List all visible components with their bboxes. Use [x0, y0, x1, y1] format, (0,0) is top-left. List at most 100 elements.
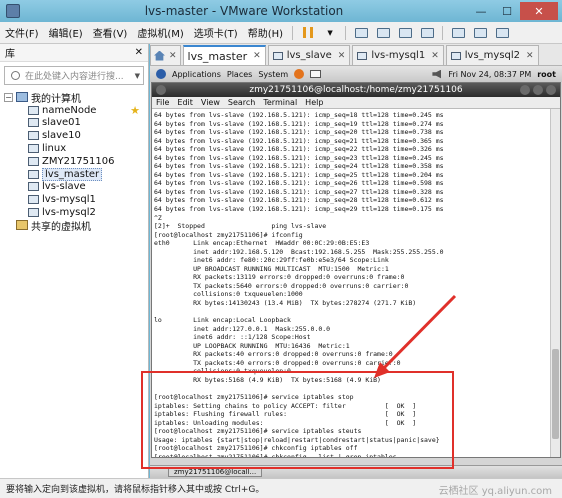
vmware-app-icon	[6, 4, 20, 18]
tree-vm-namenode[interactable]: nameNode ★	[0, 104, 148, 117]
gnome-menu-system[interactable]: System	[258, 70, 288, 79]
terminal-close-icon[interactable]	[546, 85, 556, 95]
terminal-line: 64 bytes from lvs-slave (192.168.5.121):…	[154, 196, 444, 205]
tab-lvs-master[interactable]: lvs_master ✕	[182, 45, 266, 65]
menu-tabs[interactable]: 选项卡(T)	[189, 25, 243, 40]
terminal-line: inet6 addr: fe80::20c:29ff:fe0b:e5e3/64 …	[154, 256, 389, 265]
tree-vm-label: lvs-mysql1	[42, 194, 96, 206]
terminal-line: TX packets:40 errors:0 dropped:0 overrun…	[154, 358, 401, 367]
pause-dropdown[interactable]: ▼	[321, 25, 339, 41]
gnome-user[interactable]: root	[537, 70, 556, 79]
snapshot-icon	[376, 27, 390, 38]
tab-lvs-mysql1[interactable]: lvs-mysql1 ✕	[352, 45, 444, 65]
tree-shared-vms[interactable]: 共享的虚拟机	[0, 219, 148, 233]
volume-icon[interactable]	[432, 69, 442, 79]
tree-vm-label: lvs-slave	[42, 181, 86, 193]
tab-lvs-mysql2[interactable]: lvs_mysql2 ✕	[445, 45, 539, 65]
terminal-scrollbar-thumb[interactable]	[552, 349, 559, 439]
tab-close-icon[interactable]: ✕	[526, 51, 534, 61]
terminal-menu-view[interactable]: View	[197, 98, 224, 107]
firefox-icon[interactable]	[294, 69, 305, 79]
search-icon	[11, 71, 20, 80]
tab-close-icon[interactable]: ✕	[338, 51, 346, 61]
library-panel: 库 ✕ 在此处键入内容进行搜... ▼ − 我的计算机 nameNode ★ s…	[0, 44, 149, 478]
tab-close-icon[interactable]: ✕	[253, 51, 261, 61]
collapse-icon[interactable]: −	[4, 92, 13, 102]
tab-close-icon[interactable]: ✕	[169, 51, 177, 61]
star-icon[interactable]: ★	[130, 104, 140, 117]
tree-vm-lvs-slave[interactable]: lvs-slave	[0, 181, 148, 194]
tree-vm-lvs-master[interactable]: lvs_master	[0, 167, 148, 181]
tab-home[interactable]: ✕	[150, 45, 181, 65]
toolbar-separator	[442, 25, 444, 40]
terminal-line: 64 bytes from lvs-slave (192.168.5.121):…	[154, 205, 444, 214]
terminal-title: zmy21751106@localhost:/home/zmy21751106	[249, 85, 463, 95]
gnome-menu-applications[interactable]: Applications	[172, 70, 221, 79]
tree-vm-slave10[interactable]: slave10	[0, 129, 148, 142]
terminal-line: 64 bytes from lvs-slave (192.168.5.121):…	[154, 153, 444, 162]
gnome-top-panel: Applications Places System Fri Nov 24, 0…	[150, 66, 562, 82]
terminal-scrollbar[interactable]	[550, 109, 560, 457]
send-ctrl-alt-del-button[interactable]	[352, 25, 370, 41]
tab-close-icon[interactable]: ✕	[431, 51, 439, 61]
vm-icon	[28, 131, 39, 141]
mail-icon[interactable]	[310, 70, 322, 78]
manage-snapshots-button[interactable]	[418, 25, 436, 41]
terminal-menu-terminal[interactable]: Terminal	[259, 98, 301, 107]
terminal-line: 64 bytes from lvs-slave (192.168.5.121):…	[154, 119, 444, 128]
menu-file[interactable]: 文件(F)	[0, 25, 44, 40]
terminal-menu-help[interactable]: Help	[301, 98, 327, 107]
terminal-menu-search[interactable]: Search	[224, 98, 259, 107]
vm-icon	[28, 156, 39, 166]
terminal-line: 64 bytes from lvs-slave (192.168.5.121):…	[154, 187, 444, 196]
terminal-maximize-icon[interactable]	[533, 85, 543, 95]
pause-button[interactable]	[299, 25, 317, 41]
tree-vm-lvs-mysql1[interactable]: lvs-mysql1	[0, 193, 148, 206]
menu-help[interactable]: 帮助(H)	[243, 25, 288, 40]
console-view-button[interactable]	[493, 25, 511, 41]
terminal-line: inet addr:192.168.5.120 Bcast:192.168.5.…	[154, 247, 444, 256]
terminal-line: UP BROADCAST RUNNING MULTICAST MTU:1500 …	[154, 264, 389, 273]
terminal-minimize-icon[interactable]	[520, 85, 530, 95]
library-title: 库	[5, 49, 15, 60]
tab-lvs-slave[interactable]: lvs_slave ✕	[267, 45, 351, 65]
tree-vm-zmy21751106[interactable]: ZMY21751106	[0, 155, 148, 168]
terminal-titlebar: zmy21751106@localhost:/home/zmy21751106	[152, 83, 560, 97]
tree-shared-label: 共享的虚拟机	[31, 221, 91, 233]
search-dropdown-icon[interactable]: ▼	[135, 72, 140, 80]
snapshot-button[interactable]	[374, 25, 392, 41]
revert-icon	[398, 27, 412, 38]
tree-vm-linux[interactable]: linux	[0, 142, 148, 155]
fullscreen-button[interactable]	[449, 25, 467, 41]
terminal-menu-icon[interactable]	[156, 85, 166, 95]
shared-vms-icon	[16, 220, 28, 231]
window-title: lvs-master - VMware Workstation	[144, 4, 344, 18]
terminal-line: RX packets:40 errors:0 dropped:0 overrun…	[154, 350, 393, 359]
terminal-menu-edit[interactable]: Edit	[173, 98, 197, 107]
revert-snapshot-button[interactable]	[396, 25, 414, 41]
vm-running-icon	[28, 195, 39, 205]
library-tree: − 我的计算机 nameNode ★ slave01 slave10 linux…	[0, 89, 148, 233]
terminal-line: 64 bytes from lvs-slave (192.168.5.121):…	[154, 179, 444, 188]
tree-vm-label: ZMY21751106	[42, 155, 115, 167]
terminal-line: [root@localhost zmy21751106]# ifconfig	[154, 230, 303, 239]
menu-view[interactable]: 查看(V)	[88, 25, 133, 40]
menu-vm[interactable]: 虚拟机(M)	[132, 25, 188, 40]
terminal-line: 64 bytes from lvs-slave (192.168.5.121):…	[154, 162, 444, 171]
gnome-menu-places[interactable]: Places	[227, 70, 252, 79]
gnome-clock[interactable]: Fri Nov 24, 08:37 PM	[448, 70, 531, 79]
close-button[interactable]: ✕	[520, 2, 558, 20]
toolbar-separator	[292, 25, 294, 40]
tree-my-computer[interactable]: − 我的计算机	[0, 91, 148, 105]
tree-my-computer-label: 我的计算机	[31, 93, 81, 105]
minimize-button[interactable]: —	[468, 2, 494, 20]
maximize-button[interactable]: ☐	[494, 2, 520, 20]
vm-icon	[28, 118, 39, 128]
tree-vm-label: lvs_master	[42, 167, 103, 181]
library-search-input[interactable]: 在此处键入内容进行搜... ▼	[4, 66, 144, 85]
menu-edit[interactable]: 编辑(E)	[44, 25, 88, 40]
tree-vm-slave01[interactable]: slave01	[0, 117, 148, 130]
terminal-menu-file[interactable]: File	[152, 98, 173, 107]
library-close-button[interactable]: ✕	[135, 47, 143, 58]
unity-button[interactable]	[471, 25, 489, 41]
